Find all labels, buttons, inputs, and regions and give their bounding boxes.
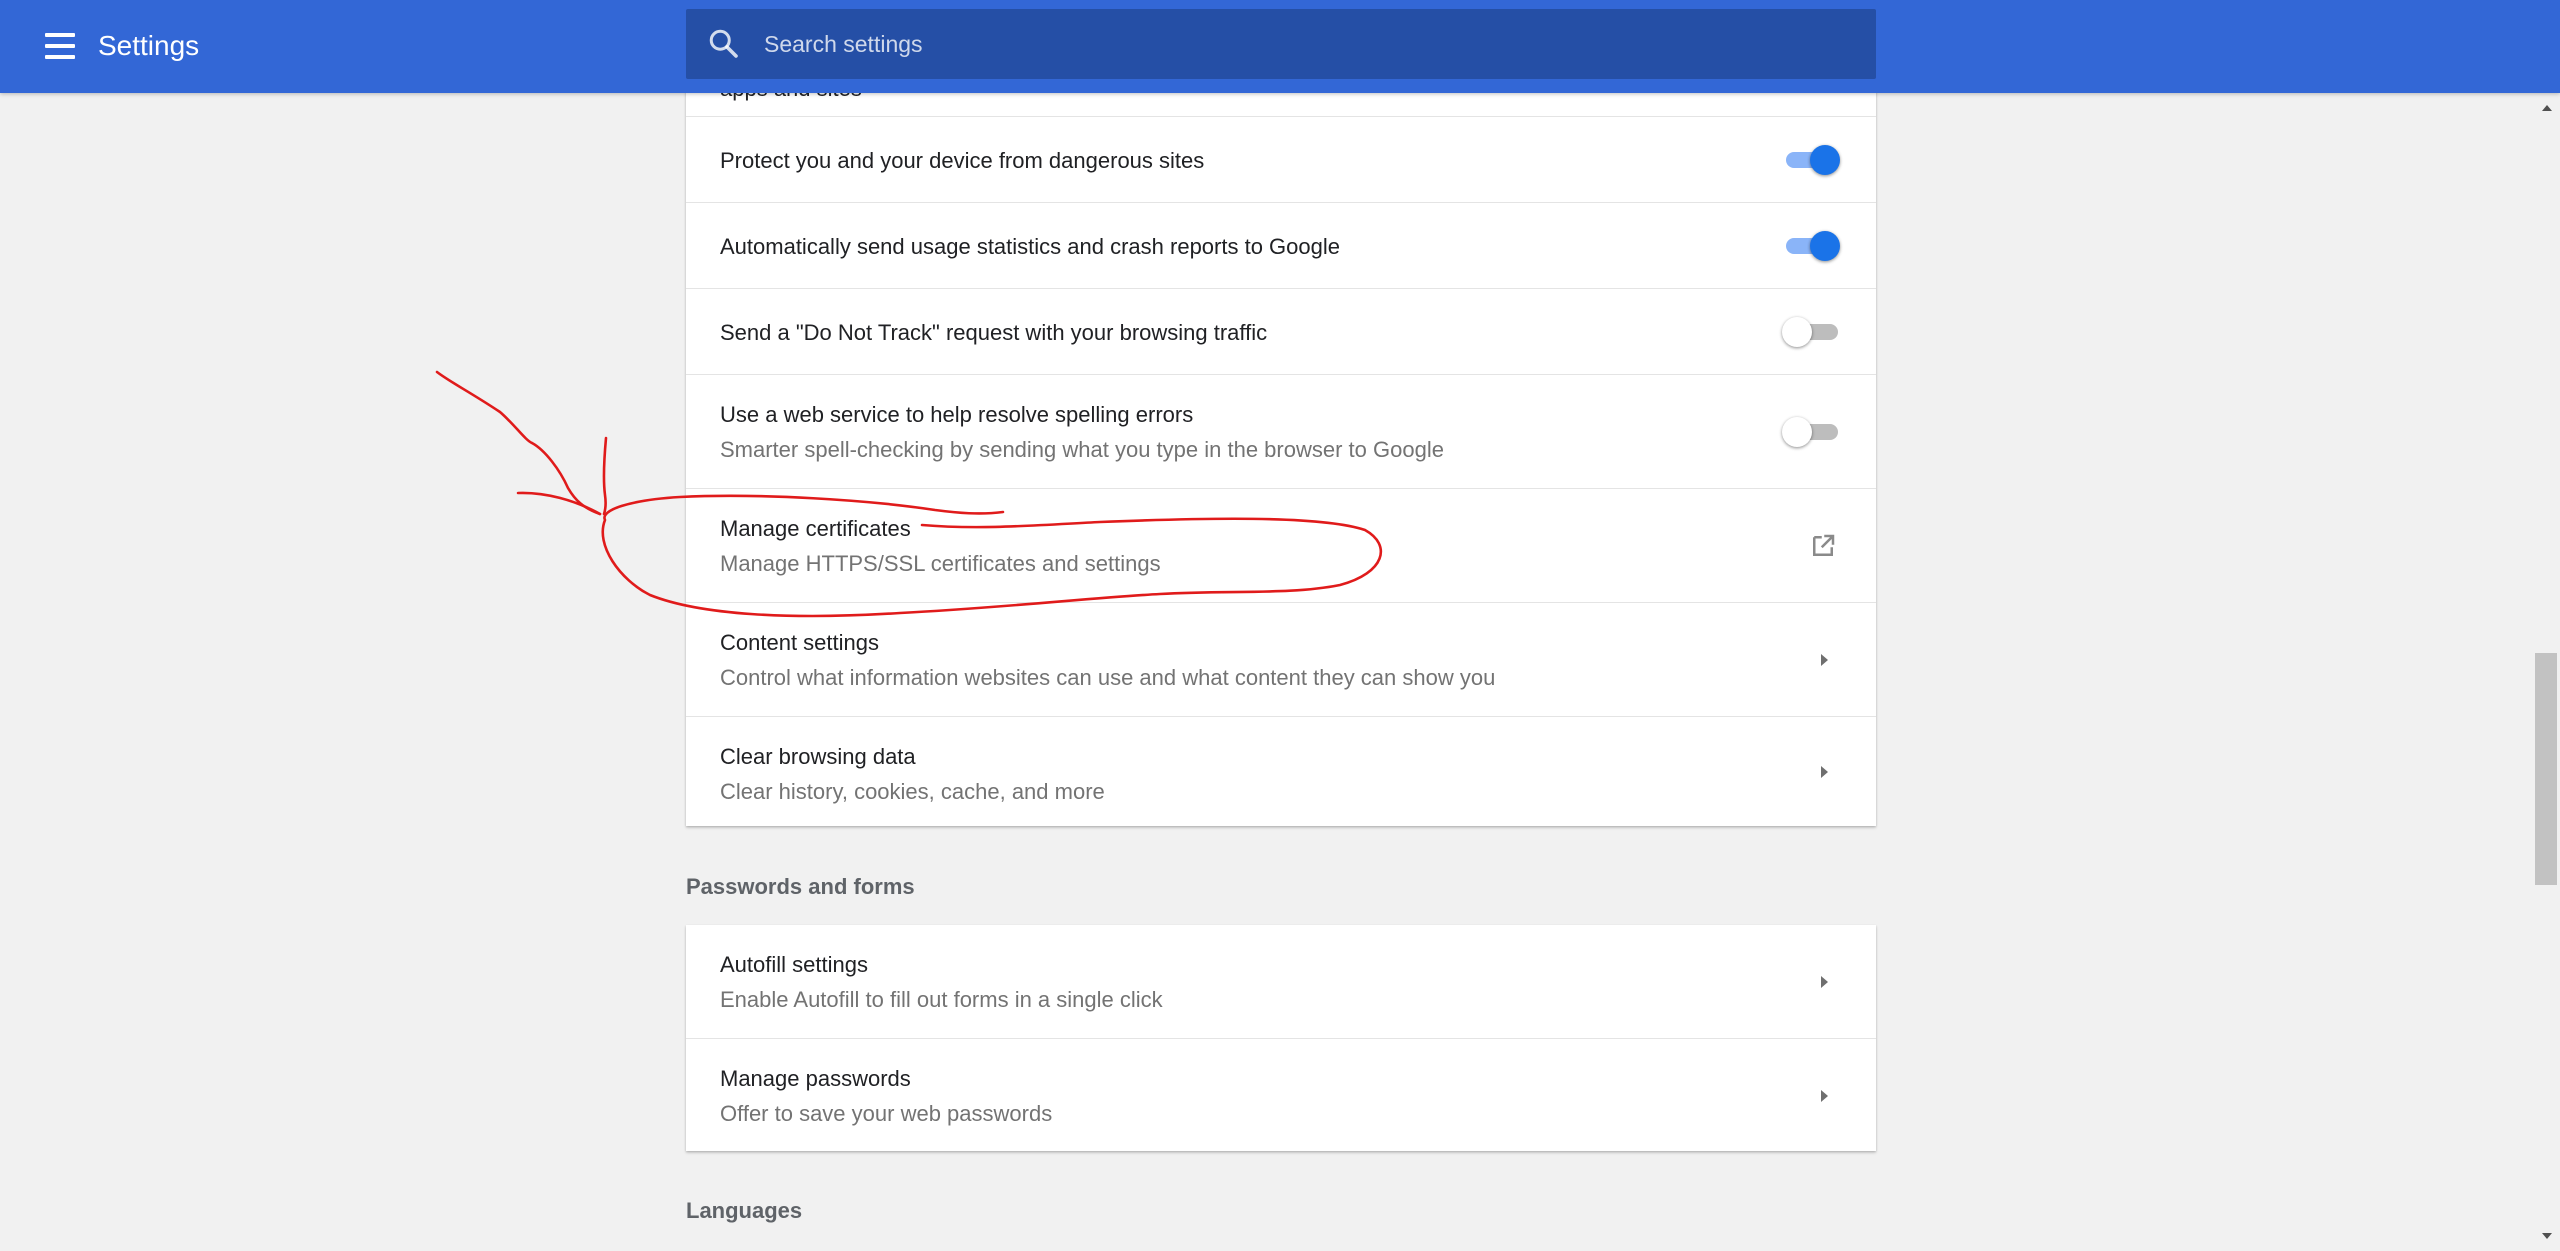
settings-row-manage-passwords[interactable]: Manage passwords Offer to save your web … [686,1038,1876,1151]
top-app-bar: Settings [0,0,2560,93]
arrow-right-icon [1821,654,1828,666]
settings-row-manage-certificates[interactable]: Manage certificates Manage HTTPS/SSL cer… [686,488,1876,602]
row-label: Manage passwords [720,1066,911,1091]
settings-row-do-not-track[interactable]: Send a "Do Not Track" request with your … [686,288,1876,374]
privacy-card: apps and sites Protect you and your devi… [686,62,1876,826]
annotation-arrow-head-left [516,491,602,516]
open-in-new-icon[interactable] [1808,531,1838,561]
spelling-service-toggle[interactable] [1782,413,1838,449]
safe-browsing-toggle[interactable] [1782,141,1840,177]
page-title: Settings [98,30,200,61]
settings-row-spelling-service[interactable]: Use a web service to help resolve spelli… [686,374,1876,488]
row-label: Protect you and your device from dangero… [720,148,1205,173]
search-input[interactable] [764,9,1854,79]
usage-statistics-toggle[interactable] [1782,227,1840,263]
section-title-languages: Languages [686,1198,803,1223]
section-title-passwords: Passwords and forms [686,874,915,899]
annotation-arrow-head-top [602,436,608,516]
row-label: Autofill settings [720,952,868,977]
arrow-right-icon [1821,766,1828,778]
settings-row-autofill[interactable]: Autofill settings Enable Autofill to fil… [686,925,1876,1038]
settings-row-content-settings[interactable]: Content settings Control what informatio… [686,602,1876,716]
settings-row-clear-browsing-data[interactable]: Clear browsing data Clear history, cooki… [686,716,1876,826]
arrow-right-icon [1821,1090,1828,1102]
annotation-arrow-shaft [435,370,602,516]
row-label: Clear browsing data [720,744,916,769]
row-sublabel: Clear history, cookies, cache, and more [720,779,1105,804]
scrollbar-thumb[interactable] [2535,653,2557,885]
hamburger-menu-icon[interactable] [36,24,84,68]
row-sublabel: Control what information websites can us… [720,665,1496,690]
row-sublabel: Enable Autofill to fill out forms in a s… [720,987,1163,1012]
do-not-track-toggle[interactable] [1782,313,1838,349]
row-label: Use a web service to help resolve spelli… [720,402,1194,427]
row-sublabel: Offer to save your web passwords [720,1101,1053,1126]
settings-row-usage-statistics[interactable]: Automatically send usage statistics and … [686,202,1876,288]
passwords-card: Autofill settings Enable Autofill to fil… [686,925,1876,1151]
search-box[interactable] [686,9,1876,79]
vertical-scrollbar[interactable] [2532,93,2560,1251]
row-label: Content settings [720,630,879,655]
arrow-right-icon [1821,976,1828,988]
row-label: Send a "Do Not Track" request with your … [720,320,1268,345]
settings-row-safe-browsing[interactable]: Protect you and your device from dangero… [686,116,1876,202]
row-label: Automatically send usage statistics and … [720,234,1340,259]
scroll-down-arrow-icon[interactable] [2542,1233,2552,1239]
row-sublabel: Smarter spell-checking by sending what y… [720,437,1444,462]
search-icon[interactable] [706,26,742,62]
row-sublabel: Manage HTTPS/SSL certificates and settin… [720,551,1161,576]
row-label: Manage certificates [720,516,911,541]
scroll-up-arrow-icon[interactable] [2542,105,2552,111]
